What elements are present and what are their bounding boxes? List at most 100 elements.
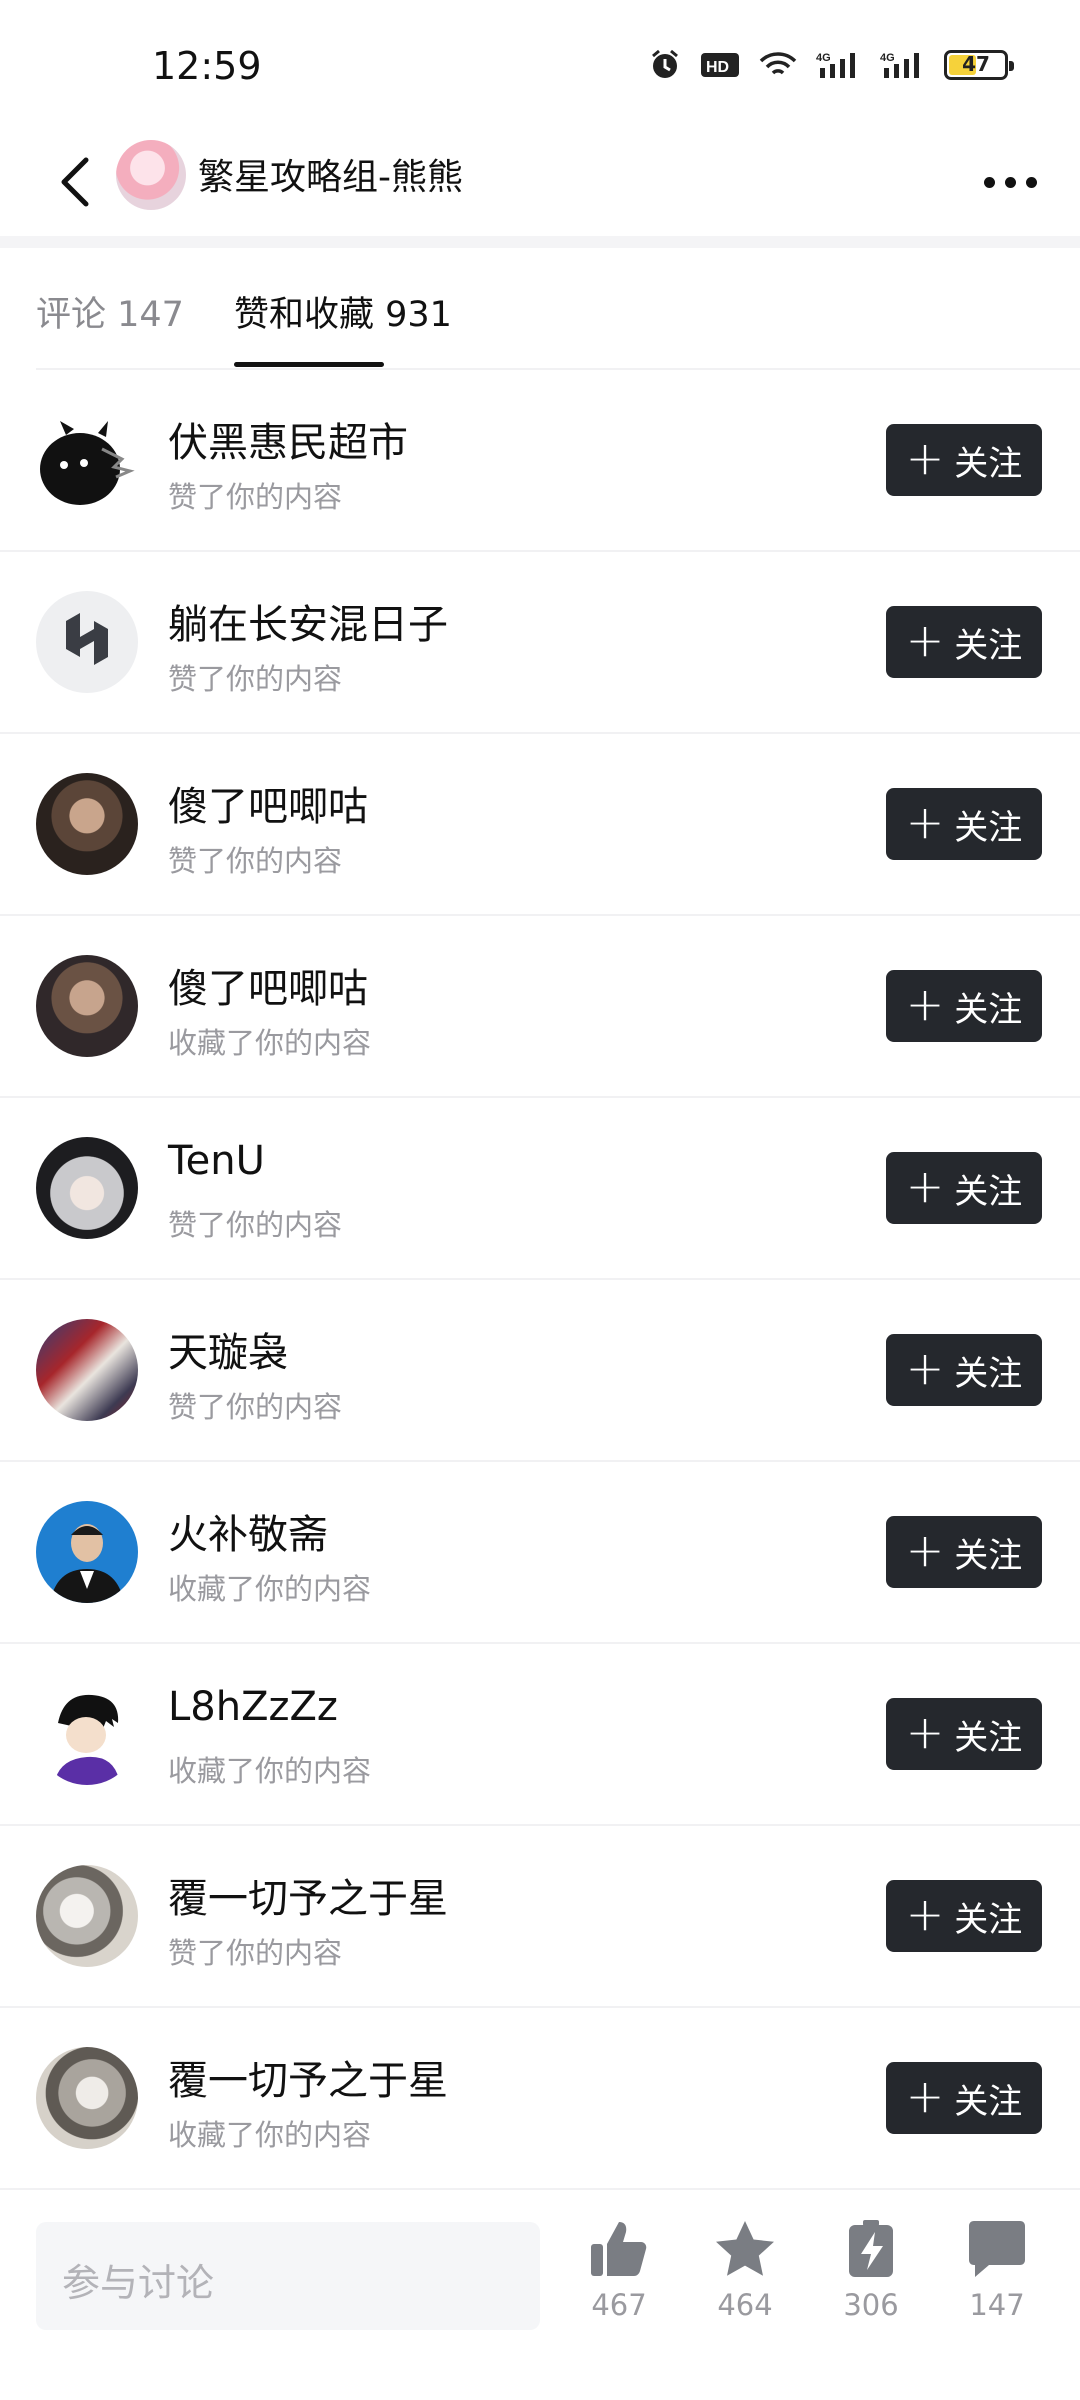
user-name[interactable]: 傻了吧唧咕	[168, 774, 368, 832]
thumbs-up-icon	[591, 2222, 647, 2276]
user-name[interactable]: 覆一切予之于星	[168, 2048, 448, 2106]
comment-icon	[969, 2221, 1025, 2277]
action-text: 赞了你的内容	[168, 1208, 343, 1242]
action-text: 收藏了你的内容	[168, 1026, 372, 1060]
like-button[interactable]: 467	[564, 2218, 674, 2322]
list-item[interactable]: 傻了吧唧咕 收藏了你的内容 + 关注	[0, 916, 1080, 1098]
battery-charge-icon	[849, 2220, 893, 2277]
comment-input-placeholder: 参与讨论	[62, 2261, 215, 2305]
follow-button[interactable]: + 关注	[886, 2062, 1042, 2134]
follow-button-label: 关注	[954, 807, 1023, 848]
user-name[interactable]: 覆一切予之于星	[168, 1866, 448, 1924]
battery-icon: 47	[944, 50, 1014, 80]
action-text: 赞了你的内容	[168, 480, 343, 514]
favorite-count: 464	[717, 2288, 773, 2322]
list-item[interactable]: 覆一切予之于星 赞了你的内容 + 关注	[0, 1826, 1080, 2008]
follow-button[interactable]: + 关注	[886, 788, 1042, 860]
follow-button-label: 关注	[954, 1171, 1023, 1212]
status-bar: 12:59 HD 4G 4G 47	[0, 0, 1080, 130]
avatar[interactable]	[36, 1501, 138, 1603]
tab-comments[interactable]: 评论 147	[36, 286, 184, 337]
list-item[interactable]: L8hZzZz 收藏了你的内容 + 关注	[0, 1644, 1080, 1826]
follow-button-label: 关注	[954, 989, 1023, 1030]
avatar[interactable]	[36, 1683, 138, 1785]
comment-button[interactable]: 147	[942, 2218, 1052, 2322]
battery-level: 47	[962, 52, 990, 76]
status-icons: HD 4G 4G 47	[648, 48, 1014, 82]
plus-icon: +	[905, 431, 945, 485]
svg-text:4G: 4G	[880, 52, 895, 64]
page-title[interactable]: 繁星攻略组-熊熊	[198, 148, 463, 200]
plus-icon: +	[905, 1705, 945, 1759]
alarm-icon	[652, 49, 678, 78]
follow-button[interactable]: + 关注	[886, 1698, 1042, 1770]
avatar[interactable]	[36, 1137, 138, 1239]
follow-button[interactable]: + 关注	[886, 606, 1042, 678]
favorite-button[interactable]: 464	[690, 2218, 800, 2322]
plus-icon: +	[905, 1341, 945, 1395]
charge-button[interactable]: 306	[816, 2218, 926, 2322]
user-name[interactable]: 傻了吧唧咕	[168, 956, 368, 1014]
follow-button-label: 关注	[954, 2081, 1023, 2122]
follow-button[interactable]: + 关注	[886, 1880, 1042, 1952]
comment-input[interactable]: 参与讨论	[36, 2222, 540, 2330]
follow-button[interactable]: + 关注	[886, 970, 1042, 1042]
plus-icon: +	[905, 2069, 945, 2123]
follow-button[interactable]: + 关注	[886, 1152, 1042, 1224]
avatar[interactable]	[116, 140, 186, 210]
more-options-button[interactable]	[970, 142, 1050, 222]
action-text: 赞了你的内容	[168, 844, 343, 878]
header: 繁星攻略组-熊熊	[0, 130, 1080, 240]
avatar[interactable]	[36, 2047, 138, 2149]
action-text: 赞了你的内容	[168, 1936, 343, 1970]
list-item[interactable]: 伏黑惠民超市 赞了你的内容 + 关注	[0, 370, 1080, 552]
list-item[interactable]: 覆一切予之于星 收藏了你的内容 + 关注	[0, 2008, 1080, 2190]
avatar[interactable]	[36, 773, 138, 875]
svg-text:4G: 4G	[816, 52, 831, 64]
user-name[interactable]: 躺在长安混日子	[168, 592, 448, 650]
plus-icon: +	[905, 977, 945, 1031]
tab-likes-and-favorites[interactable]: 赞和收藏 931	[234, 286, 452, 337]
avatar[interactable]	[36, 591, 138, 693]
list-item[interactable]: 火补敬斋 收藏了你的内容 + 关注	[0, 1462, 1080, 1644]
comment-count: 147	[969, 2288, 1025, 2322]
signal-4g-icon: 4G	[816, 52, 855, 78]
list-item[interactable]: 天璇袅 赞了你的内容 + 关注	[0, 1280, 1080, 1462]
bottom-action-bar: 参与讨论 467 464 306 147	[0, 2196, 1080, 2400]
svg-text:HD: HD	[706, 59, 729, 76]
user-name[interactable]: TenU	[168, 1138, 265, 1184]
follow-button-label: 关注	[954, 1353, 1023, 1394]
user-name[interactable]: 伏黑惠民超市	[168, 410, 408, 468]
dot-icon	[1004, 176, 1016, 188]
avatar[interactable]	[36, 1865, 138, 1967]
dot-icon	[1025, 176, 1037, 188]
follow-button-label: 关注	[954, 1717, 1023, 1758]
follow-button[interactable]: + 关注	[886, 1516, 1042, 1588]
plus-icon: +	[905, 1159, 945, 1213]
user-name[interactable]: L8hZzZz	[168, 1684, 338, 1730]
avatar[interactable]	[36, 955, 138, 1057]
status-time: 12:59	[152, 44, 262, 88]
follow-button[interactable]: + 关注	[886, 1334, 1042, 1406]
list-item[interactable]: 傻了吧唧咕 赞了你的内容 + 关注	[0, 734, 1080, 916]
action-text: 赞了你的内容	[168, 662, 343, 696]
user-name[interactable]: 天璇袅	[168, 1320, 288, 1378]
follow-button[interactable]: + 关注	[886, 424, 1042, 496]
avatar[interactable]	[36, 1319, 138, 1421]
follow-button-label: 关注	[954, 625, 1023, 666]
back-button[interactable]	[36, 142, 116, 222]
plus-icon: +	[905, 795, 945, 849]
like-count: 467	[591, 2288, 647, 2322]
action-text: 收藏了你的内容	[168, 1572, 372, 1606]
charge-count: 306	[843, 2288, 899, 2322]
plus-icon: +	[905, 1523, 945, 1577]
follow-button-label: 关注	[954, 1899, 1023, 1940]
back-arrow-icon	[61, 157, 89, 207]
wifi-icon	[759, 52, 797, 75]
list-item[interactable]: 躺在长安混日子 赞了你的内容 + 关注	[0, 552, 1080, 734]
avatar[interactable]	[36, 409, 138, 511]
user-name[interactable]: 火补敬斋	[168, 1502, 328, 1560]
signal-4g-icon: 4G	[880, 52, 919, 78]
action-text: 收藏了你的内容	[168, 2118, 372, 2152]
list-item[interactable]: TenU 赞了你的内容 + 关注	[0, 1098, 1080, 1280]
